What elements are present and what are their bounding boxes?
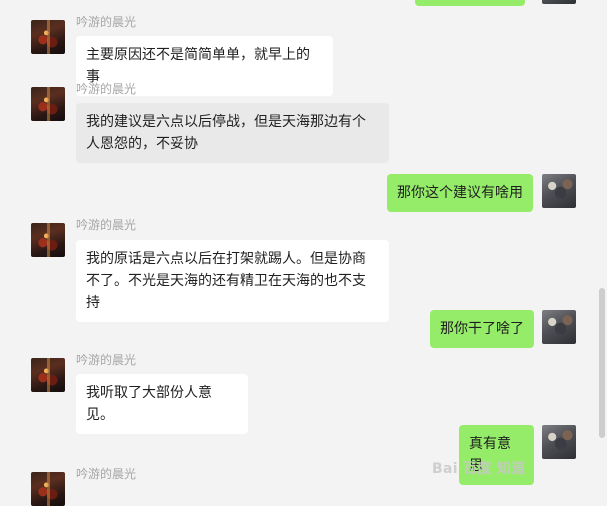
message-bubble[interactable]: 我的建议是六点以后停战，但是天海那边有个人恩怨的，不妥协 [76, 103, 389, 163]
scrollbar[interactable] [599, 288, 605, 438]
sender-name: 吟游的晨光 [76, 218, 137, 232]
message-bubble[interactable]: 那你干了啥了 [430, 310, 534, 348]
contact-avatar[interactable] [31, 20, 65, 54]
message-bubble[interactable]: 我听取了大部份人意见。 [76, 374, 248, 434]
contact-avatar[interactable] [31, 472, 65, 506]
message-bubble[interactable]: 我的原话是六点以后在打架就踢人。但是协商不了。不光是天海的还有精卫在天海的也不支… [76, 240, 389, 322]
message-bubble-outgoing-partial [415, 0, 525, 6]
sender-name: 吟游的晨光 [76, 15, 137, 29]
sender-name: 吟游的晨光 [76, 82, 137, 96]
message-bubble[interactable]: 那你这个建议有啥用 [387, 174, 533, 212]
my-avatar[interactable] [542, 0, 576, 4]
chat-message-list[interactable]: 吟游的晨光 主要原因还不是简简单单，就早上的事 吟游的晨光 我的建议是六点以后停… [0, 0, 597, 506]
contact-avatar[interactable] [31, 223, 65, 257]
sender-name: 吟游的晨光 [76, 467, 137, 481]
sender-name: 吟游的晨光 [76, 353, 137, 367]
my-avatar[interactable] [542, 310, 576, 344]
watermark: Bai 百度 知道 [432, 461, 526, 477]
my-avatar[interactable] [542, 425, 576, 459]
contact-avatar[interactable] [31, 358, 65, 392]
my-avatar[interactable] [542, 174, 576, 208]
contact-avatar[interactable] [31, 87, 65, 121]
